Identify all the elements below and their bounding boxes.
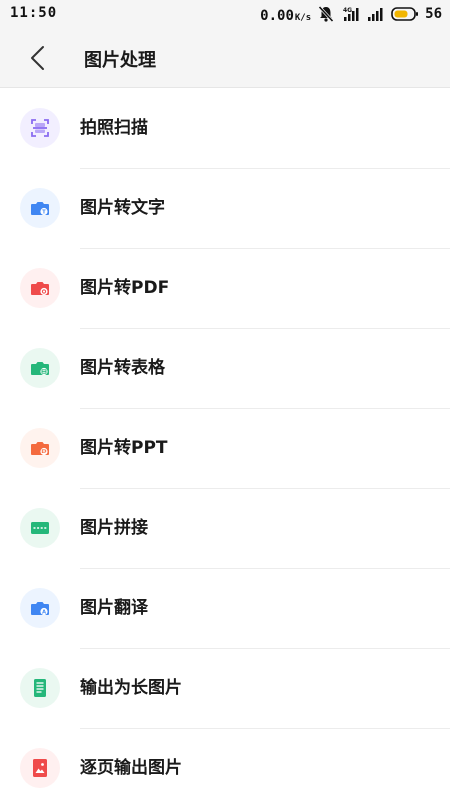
list-item-label: 图片转文字	[80, 198, 165, 218]
signal-4g-icon: 4G	[341, 6, 361, 22]
page-title: 图片处理	[84, 50, 156, 71]
back-button[interactable]	[22, 42, 54, 74]
battery-icon	[391, 6, 419, 22]
list-item-label: 图片转PPT	[80, 438, 168, 458]
chevron-left-icon	[31, 46, 44, 70]
list-item[interactable]: A 图片翻译	[0, 569, 450, 649]
net-speed: 0.00K/s	[260, 5, 311, 24]
list-item[interactable]: 图片拼接	[0, 489, 450, 569]
status-time: 11:50	[10, 5, 58, 21]
net-speed-value: 0.00	[260, 7, 294, 24]
function-list: 拍照扫描 T 图片转文字 图片转PDF 图片转表格 图片转PPT 图片拼接 A …	[0, 89, 450, 800]
list-item[interactable]: 图片转PPT	[0, 409, 450, 489]
svg-text:A: A	[42, 609, 46, 615]
signal-icon	[367, 6, 385, 22]
list-item[interactable]: 输出为长图片	[0, 649, 450, 729]
camera-pdf-icon	[20, 268, 60, 308]
list-item-label: 图片转PDF	[80, 278, 170, 298]
long-image-icon	[20, 668, 60, 708]
list-item-label: 逐页输出图片	[80, 758, 182, 778]
list-item-label: 拍照扫描	[80, 118, 148, 138]
list-item-label: 图片拼接	[80, 518, 148, 538]
svg-text:4G: 4G	[343, 7, 352, 14]
list-item[interactable]: T 图片转文字	[0, 169, 450, 249]
net-speed-unit: K/s	[294, 12, 312, 23]
status-bar: 11:50 0.00K/s 4G 56	[0, 0, 450, 28]
list-item[interactable]: 逐页输出图片	[0, 729, 450, 800]
camera-ppt-icon	[20, 428, 60, 468]
list-item[interactable]: 图片转表格	[0, 329, 450, 409]
list-item-label: 图片转表格	[80, 358, 165, 378]
camera-text-icon: T	[20, 188, 60, 228]
list-item[interactable]: 拍照扫描	[0, 89, 450, 169]
image-stitch-icon	[20, 508, 60, 548]
scan-icon	[20, 108, 60, 148]
camera-sheet-icon	[20, 348, 60, 388]
camera-translate-icon: A	[20, 588, 60, 628]
list-item-label: 输出为长图片	[80, 678, 182, 698]
list-item[interactable]: 图片转PDF	[0, 249, 450, 329]
battery-level: 56	[425, 6, 442, 22]
list-item-label: 图片翻译	[80, 598, 148, 618]
status-right: 0.00K/s 4G 56	[260, 4, 442, 24]
top-app-bar: 图片处理	[0, 28, 450, 88]
svg-text:T: T	[42, 209, 46, 215]
page-image-icon	[20, 748, 60, 788]
mute-bell-icon	[317, 5, 335, 23]
